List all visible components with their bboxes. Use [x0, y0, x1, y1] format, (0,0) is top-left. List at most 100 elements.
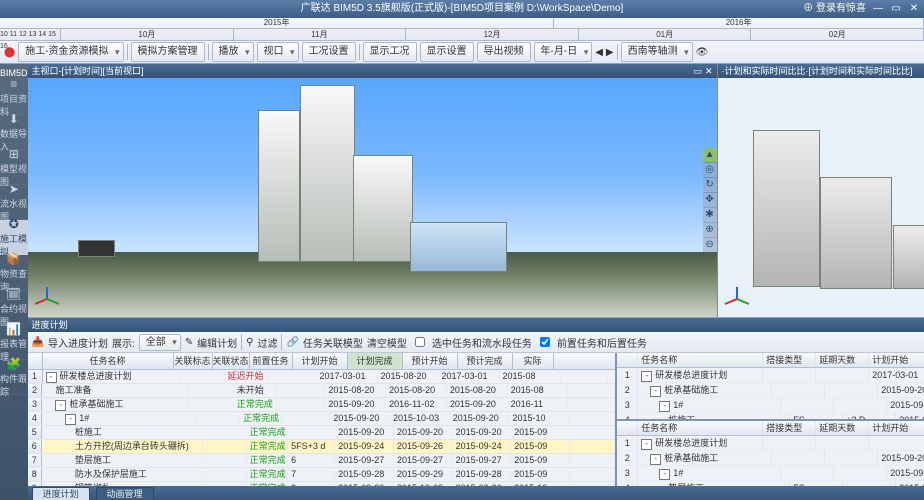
- table-row[interactable]: 4-1#正常完成2015-09-202015-10-032015-09-2020…: [28, 412, 616, 426]
- col-estfinish[interactable]: 预计完成: [458, 353, 513, 369]
- tree-toggle-icon[interactable]: -: [650, 386, 661, 397]
- cell-pre: [277, 384, 326, 397]
- pan-icon[interactable]: ✥: [703, 193, 717, 207]
- sidebar-item-4[interactable]: ✪施工模拟: [0, 220, 28, 255]
- tree-toggle-icon[interactable]: -: [65, 414, 76, 425]
- col-actual[interactable]: 实际: [513, 353, 554, 369]
- cell-pre: 6: [288, 454, 335, 467]
- date-format-combo[interactable]: 年-月-日: [534, 42, 593, 62]
- play-button[interactable]: 播放: [212, 42, 254, 62]
- pre-post-cb[interactable]: [540, 337, 550, 347]
- col-name[interactable]: 任务名称: [638, 421, 763, 435]
- table-row[interactable]: 2-桩承基础施工2015-09-20: [617, 451, 924, 466]
- orbit-icon[interactable]: ↻: [703, 178, 717, 192]
- table-row[interactable]: 5桩施工正常完成2015-09-202015-09-202015-09-2020…: [28, 426, 616, 440]
- filter-icon[interactable]: ⚲: [246, 337, 253, 348]
- table-row[interactable]: 8防水及保护层施工正常完成72015-09-282015-09-292015-0…: [28, 468, 616, 482]
- table-row[interactable]: 3-1#2015-09-202015-10-03: [617, 466, 924, 481]
- tree-toggle-icon[interactable]: -: [641, 371, 652, 382]
- record-icon[interactable]: ⬤: [4, 47, 15, 58]
- prev-icon[interactable]: ◀: [595, 47, 603, 58]
- show-condition-button[interactable]: 显示工况: [363, 42, 417, 62]
- task-grid[interactable]: 1-研发楼总进度计划延迟开始2017-03-012015-08-202017-0…: [28, 370, 616, 486]
- cell-pre: 7: [288, 468, 335, 481]
- table-row[interactable]: 7垫层施工正常完成62015-09-272015-09-272015-09-27…: [28, 454, 616, 468]
- tree-toggle-icon[interactable]: -: [641, 439, 652, 450]
- col-linkstatus[interactable]: 关联状态: [213, 353, 250, 369]
- edit-icon[interactable]: ✎: [185, 337, 193, 348]
- model-view[interactable]: ▲ ◎ ↻ ✥ ✱ ⊕ ⊖: [718, 78, 924, 317]
- zoomout-icon[interactable]: ⊖: [703, 238, 717, 252]
- table-row[interactable]: 1-研发楼总进度计划2017-03-01: [617, 436, 924, 451]
- table-row[interactable]: 1-研发楼总进度计划延迟开始2017-03-012015-08-202017-0…: [28, 370, 616, 384]
- cell-name: -桩承基础施工: [638, 383, 772, 397]
- table-row[interactable]: 2-桩承基础施工2015-09-202016-11-02: [617, 383, 924, 398]
- link-icon[interactable]: 🔗: [286, 337, 298, 348]
- col-name[interactable]: 任务名称: [43, 353, 174, 369]
- sidebar-item-3[interactable]: ➤流水视图: [0, 185, 28, 220]
- sidebar-item-7[interactable]: 📊报表管理: [0, 325, 28, 360]
- col-ps[interactable]: 计划开始: [869, 353, 924, 367]
- eye-icon[interactable]: ◎: [703, 163, 717, 177]
- cursor-icon[interactable]: ▲: [703, 148, 717, 162]
- zoomin-icon[interactable]: ⊕: [703, 223, 717, 237]
- import-plan-button[interactable]: 导入进度计划: [48, 335, 108, 350]
- table-row[interactable]: 4桩施工FS+3 D2015-09-202015-09-20: [617, 413, 924, 421]
- col-laptype[interactable]: 搭接类型: [763, 421, 816, 435]
- table-row[interactable]: 2施工准备未开始2015-08-202015-08-202015-08-2020…: [28, 384, 616, 398]
- export-video-button[interactable]: 导出视频: [477, 42, 531, 62]
- close-icon[interactable]: ✕: [906, 0, 922, 18]
- col-linkflag[interactable]: 关联标志: [174, 353, 213, 369]
- check-task-cb[interactable]: [415, 337, 425, 347]
- col-eststart[interactable]: 预计开始: [403, 353, 458, 369]
- tab-anim[interactable]: 动画管理: [96, 487, 154, 500]
- col-name[interactable]: 任务名称: [638, 353, 763, 367]
- col-delay[interactable]: 延期天数: [816, 353, 869, 367]
- tree-toggle-icon[interactable]: -: [650, 454, 661, 465]
- next-icon[interactable]: ▶: [606, 47, 614, 58]
- table-row[interactable]: 3-桩承基础施工正常完成2015-09-202016-11-022015-09-…: [28, 398, 616, 412]
- tree-toggle-icon[interactable]: -: [659, 401, 670, 412]
- table-row[interactable]: 6土方开挖(周边承台砖头硼拆)正常完成5FS+3 d2015-09-242015…: [28, 440, 616, 454]
- col-laptype[interactable]: 搭接类型: [763, 353, 816, 367]
- sidebar-item-2[interactable]: ⊞模型视图: [0, 150, 28, 185]
- clear-model-button[interactable]: 清空模型: [367, 335, 407, 350]
- import-icon[interactable]: 📥: [32, 337, 44, 348]
- sidebar-item-0[interactable]: ≡项目资料: [0, 80, 28, 115]
- tab-plan[interactable]: 进度计划: [32, 487, 90, 500]
- show-combo[interactable]: 全部: [139, 334, 181, 351]
- col-delay[interactable]: 延期天数: [816, 421, 869, 435]
- mode-combo[interactable]: 施工-资金资源模拟: [18, 42, 123, 62]
- task-assoc-button[interactable]: 任务关联模型: [303, 335, 363, 350]
- table-row[interactable]: 1-研发楼总进度计划2017-03-01: [617, 368, 924, 383]
- table-row[interactable]: 3-1#2015-09-202015-10-03: [617, 398, 924, 413]
- sim-plan-button[interactable]: 模拟方案管理: [131, 42, 205, 62]
- col-ps[interactable]: 计划开始: [869, 421, 924, 435]
- restore-icon[interactable]: ▭: [693, 66, 702, 76]
- tree-toggle-icon[interactable]: -: [46, 372, 57, 383]
- view-icon[interactable]: 👁: [696, 47, 709, 58]
- sun-icon[interactable]: ✱: [703, 208, 717, 222]
- sidebar-item-8[interactable]: 🧩构件跟踪: [0, 360, 28, 395]
- filter-button[interactable]: 过滤: [257, 335, 277, 350]
- col-planfinish[interactable]: 计划完成: [348, 353, 403, 369]
- view-angle-combo[interactable]: 西南等轴测: [621, 42, 693, 62]
- posttask-grid[interactable]: 1-研发楼总进度计划2017-03-012-桩承基础施工2015-09-203-…: [617, 436, 924, 487]
- minimize-icon[interactable]: —: [870, 0, 886, 18]
- sidebar-item-6[interactable]: 🗓合约视图: [0, 290, 28, 325]
- condition-setting-button[interactable]: 工况设置: [302, 42, 356, 62]
- pretask-grid[interactable]: 1-研发楼总进度计划2017-03-012-桩承基础施工2015-09-2020…: [617, 368, 924, 421]
- tree-toggle-icon[interactable]: -: [55, 400, 66, 411]
- col-planstart[interactable]: 计划开始: [293, 353, 348, 369]
- viewport-button[interactable]: 视口: [257, 42, 299, 62]
- tree-toggle-icon[interactable]: -: [659, 469, 670, 480]
- edit-plan-button[interactable]: 编辑计划: [197, 335, 237, 350]
- model-view[interactable]: ▲ ◎ ↻ ✥ ✱ ⊕ ⊖: [28, 78, 717, 317]
- login-link[interactable]: ⊕ 登录有惊喜: [803, 0, 866, 18]
- sidebar-item-1[interactable]: ⬇数据导入: [0, 115, 28, 150]
- show-setting-button[interactable]: 显示设置: [420, 42, 474, 62]
- col-pre[interactable]: 前置任务: [250, 353, 293, 369]
- sidebar-item-5[interactable]: 📦物资查询: [0, 255, 28, 290]
- pane-close-icon[interactable]: ✕: [705, 66, 713, 76]
- maximize-icon[interactable]: ▭: [888, 0, 904, 18]
